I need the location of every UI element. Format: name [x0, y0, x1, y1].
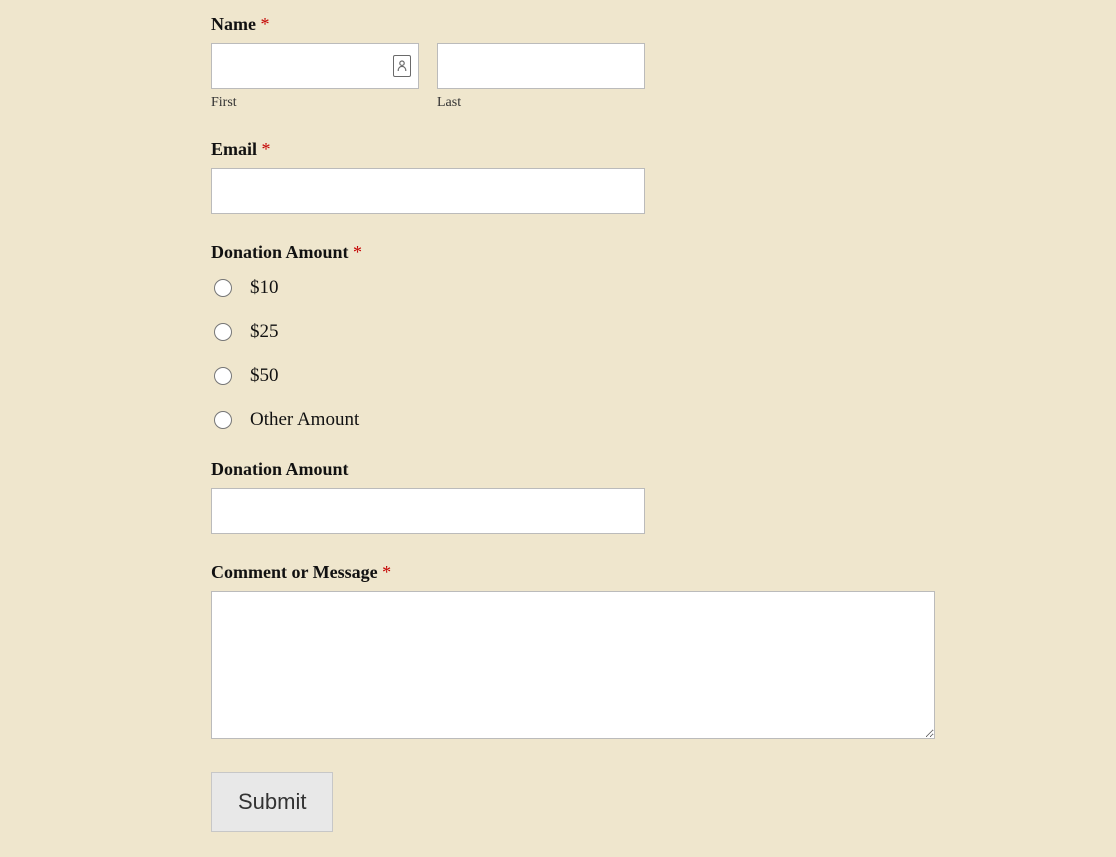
donation-option-25: $25	[211, 321, 1116, 343]
email-label-text: Email	[211, 139, 257, 159]
name-row: First Last	[211, 43, 1116, 111]
name-label: Name *	[211, 14, 1116, 35]
donation-option-50: $50	[211, 365, 1116, 387]
donation-option-label: $10	[250, 277, 279, 299]
last-name-input[interactable]	[437, 43, 645, 89]
comment-label-text: Comment or Message	[211, 562, 378, 582]
email-input[interactable]	[211, 168, 645, 214]
last-name-col: Last	[437, 43, 645, 111]
last-name-sublabel: Last	[437, 95, 645, 111]
donation-text-input[interactable]	[211, 488, 645, 534]
donation-radio-group: Donation Amount * $10 $25 $50 Other Amou…	[211, 242, 1116, 431]
comment-group: Comment or Message *	[211, 562, 1116, 744]
required-mark: *	[382, 562, 391, 582]
comment-textarea[interactable]	[211, 591, 935, 739]
donation-radio-label-text: Donation Amount	[211, 242, 349, 262]
donation-radio-other[interactable]	[214, 411, 232, 429]
email-group: Email *	[211, 139, 1116, 214]
donation-option-label: $25	[250, 321, 279, 343]
donation-text-label-text: Donation Amount	[211, 459, 349, 479]
donation-radio-list: $10 $25 $50 Other Amount	[211, 277, 1116, 431]
donation-option-10: $10	[211, 277, 1116, 299]
name-group: Name * First Last	[211, 14, 1116, 111]
donation-text-label: Donation Amount	[211, 459, 1116, 480]
donation-radio-10[interactable]	[214, 279, 232, 297]
donation-radio-label: Donation Amount *	[211, 242, 1116, 263]
donation-option-label: $50	[250, 365, 279, 387]
required-mark: *	[260, 14, 269, 34]
submit-row: Submit	[211, 772, 1116, 832]
first-name-col: First	[211, 43, 419, 111]
contact-card-icon	[393, 55, 411, 77]
donation-radio-25[interactable]	[214, 323, 232, 341]
donation-radio-50[interactable]	[214, 367, 232, 385]
donation-option-other: Other Amount	[211, 409, 1116, 431]
donation-form: Name * First Last	[0, 0, 1116, 852]
required-mark: *	[353, 242, 362, 262]
email-label: Email *	[211, 139, 1116, 160]
donation-text-group: Donation Amount	[211, 459, 1116, 534]
first-name-input[interactable]	[211, 43, 419, 89]
submit-button[interactable]: Submit	[211, 772, 333, 832]
first-name-sublabel: First	[211, 95, 419, 111]
required-mark: *	[262, 139, 271, 159]
donation-option-label: Other Amount	[250, 409, 359, 431]
name-label-text: Name	[211, 14, 256, 34]
comment-label: Comment or Message *	[211, 562, 1116, 583]
first-name-wrap	[211, 43, 419, 89]
